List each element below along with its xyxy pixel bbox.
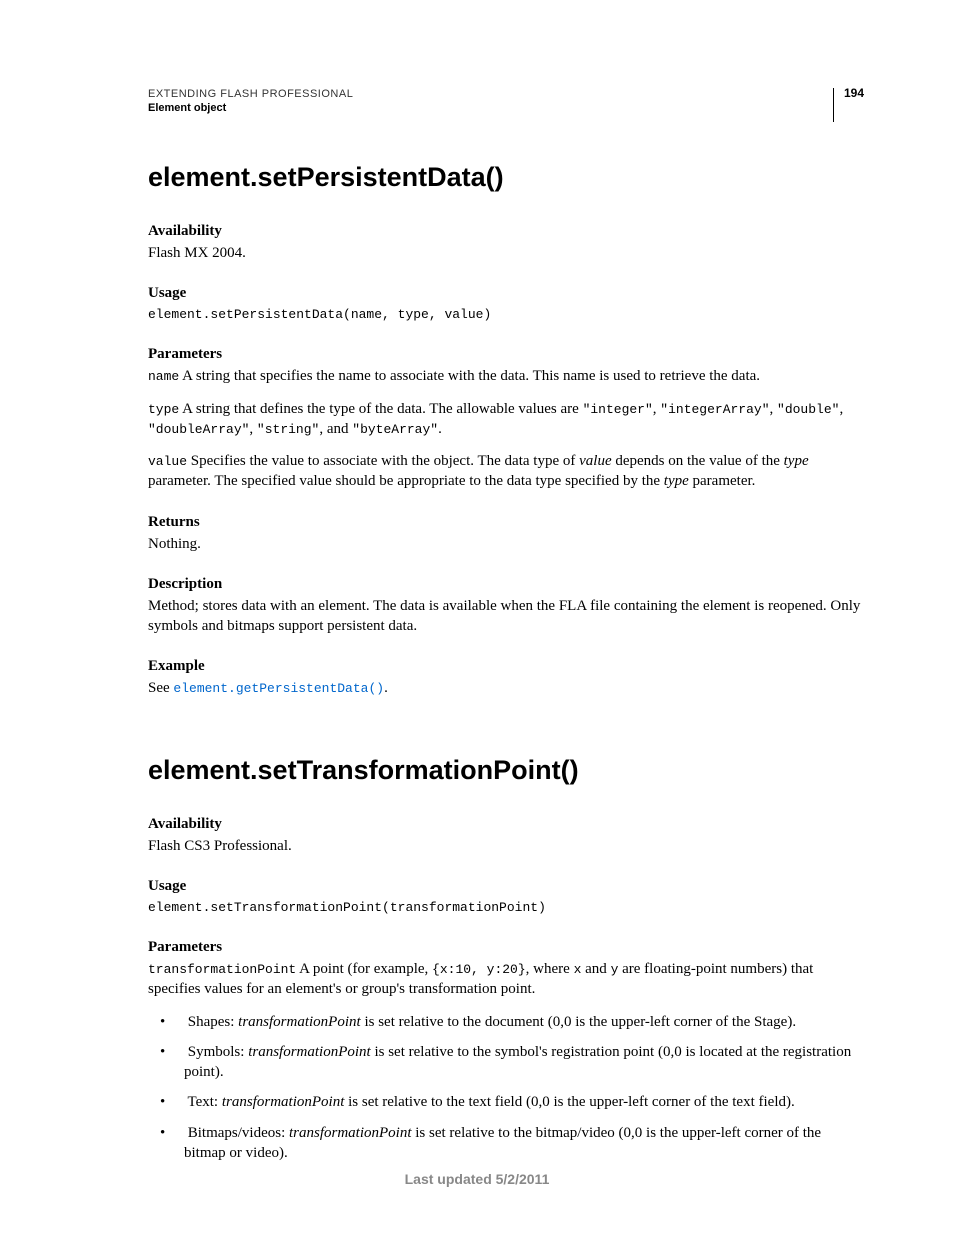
param-transformationpoint: transformationPoint A point (for example… — [148, 959, 864, 1000]
bullet-bitmaps: Bitmaps/videos: transformationPoint is s… — [156, 1123, 864, 1164]
bullet-rest: is set relative to the document (0,0 is … — [361, 1014, 796, 1030]
bullet-list: Shapes: transformationPoint is set relat… — [148, 1012, 864, 1164]
bullet-shapes: Shapes: transformationPoint is set relat… — [156, 1012, 864, 1032]
sep3: , — [839, 401, 843, 417]
parameters-label-2: Parameters — [148, 939, 864, 956]
param-tp-example: {x:10, y:20} — [432, 962, 526, 977]
usage-code: element.setPersistentData(name, type, va… — [148, 306, 864, 324]
bullet-ital: transformationPoint — [222, 1094, 345, 1110]
param-value-text-a: Specifies the value to associate with th… — [187, 453, 579, 469]
param-type-code: type — [148, 402, 179, 417]
param-value-code: value — [148, 454, 187, 469]
param-type-val4: "doubleArray" — [148, 422, 249, 437]
bullet-text: Text: transformationPoint is set relativ… — [156, 1092, 864, 1112]
bullet-symbols: Symbols: transformationPoint is set rela… — [156, 1042, 864, 1083]
param-value: value Specifies the value to associate w… — [148, 451, 864, 492]
example-post: . — [384, 680, 388, 696]
bullet-ital: transformationPoint — [238, 1014, 361, 1030]
footer-updated: Last updated 5/2/2011 — [0, 1171, 954, 1187]
availability-text: Flash MX 2004. — [148, 243, 864, 263]
usage-label: Usage — [148, 285, 864, 302]
method-title-settransformationpoint: element.setTransformationPoint() — [148, 755, 864, 786]
param-tp-text-a: A point (for example, — [296, 961, 432, 977]
example-text: See element.getPersistentData(). — [148, 678, 864, 698]
page: EXTENDING FLASH PROFESSIONAL Element obj… — [0, 0, 954, 1235]
param-tp-text-b: , where — [526, 961, 574, 977]
param-value-ital1: value — [579, 453, 611, 469]
param-value-text-b: depends on the value of the — [612, 453, 784, 469]
example-pre: See — [148, 680, 173, 696]
param-type: type A string that defines the type of t… — [148, 399, 864, 440]
param-type-val3: "double" — [777, 402, 839, 417]
param-tp-text-c: and — [581, 961, 610, 977]
and: , and — [319, 421, 352, 437]
bullet-ital: transformationPoint — [248, 1044, 371, 1060]
param-type-val6: "byteArray" — [352, 422, 438, 437]
header-section: Element object — [148, 102, 864, 114]
bullet-rest: is set relative to the text field (0,0 i… — [344, 1094, 794, 1110]
param-type-val1: "integer" — [583, 402, 653, 417]
bullet-lead: Symbols: — [188, 1044, 248, 1060]
description-text: Method; stores data with an element. The… — [148, 596, 864, 637]
page-number-rule — [833, 88, 834, 122]
period1: . — [438, 421, 442, 437]
example-label: Example — [148, 658, 864, 675]
param-value-text-c: parameter. The specified value should be… — [148, 473, 664, 489]
page-number: 194 — [844, 86, 864, 100]
param-value-ital3: type — [664, 473, 689, 489]
description-label: Description — [148, 576, 864, 593]
usage-code-2: element.setTransformationPoint(transform… — [148, 899, 864, 917]
bullet-lead: Bitmaps/videos: — [188, 1125, 289, 1141]
bullet-lead: Shapes: — [188, 1014, 238, 1030]
returns-label: Returns — [148, 514, 864, 531]
param-value-ital2: type — [784, 453, 809, 469]
param-value-text-d: parameter. — [689, 473, 756, 489]
param-type-val2: "integerArray" — [660, 402, 769, 417]
sep4: , — [249, 421, 257, 437]
param-name-text: A string that specifies the name to asso… — [179, 368, 760, 384]
header-chapter: EXTENDING FLASH PROFESSIONAL — [148, 88, 864, 100]
bullet-ital: transformationPoint — [289, 1125, 412, 1141]
example-link[interactable]: element.getPersistentData() — [173, 681, 384, 696]
availability-text-2: Flash CS3 Professional. — [148, 836, 864, 856]
sep2: , — [770, 401, 778, 417]
parameters-label: Parameters — [148, 346, 864, 363]
param-name: name A string that specifies the name to… — [148, 366, 864, 386]
usage-label-2: Usage — [148, 878, 864, 895]
param-tp-code: transformationPoint — [148, 962, 296, 977]
availability-label-2: Availability — [148, 816, 864, 833]
bullet-lead: Text: — [187, 1094, 221, 1110]
param-type-text-a: A string that defines the type of the da… — [179, 401, 582, 417]
returns-text: Nothing. — [148, 534, 864, 554]
param-type-val5: "string" — [257, 422, 319, 437]
method-title-setpersistentdata: element.setPersistentData() — [148, 162, 864, 193]
param-name-code: name — [148, 369, 179, 384]
availability-label: Availability — [148, 223, 864, 240]
